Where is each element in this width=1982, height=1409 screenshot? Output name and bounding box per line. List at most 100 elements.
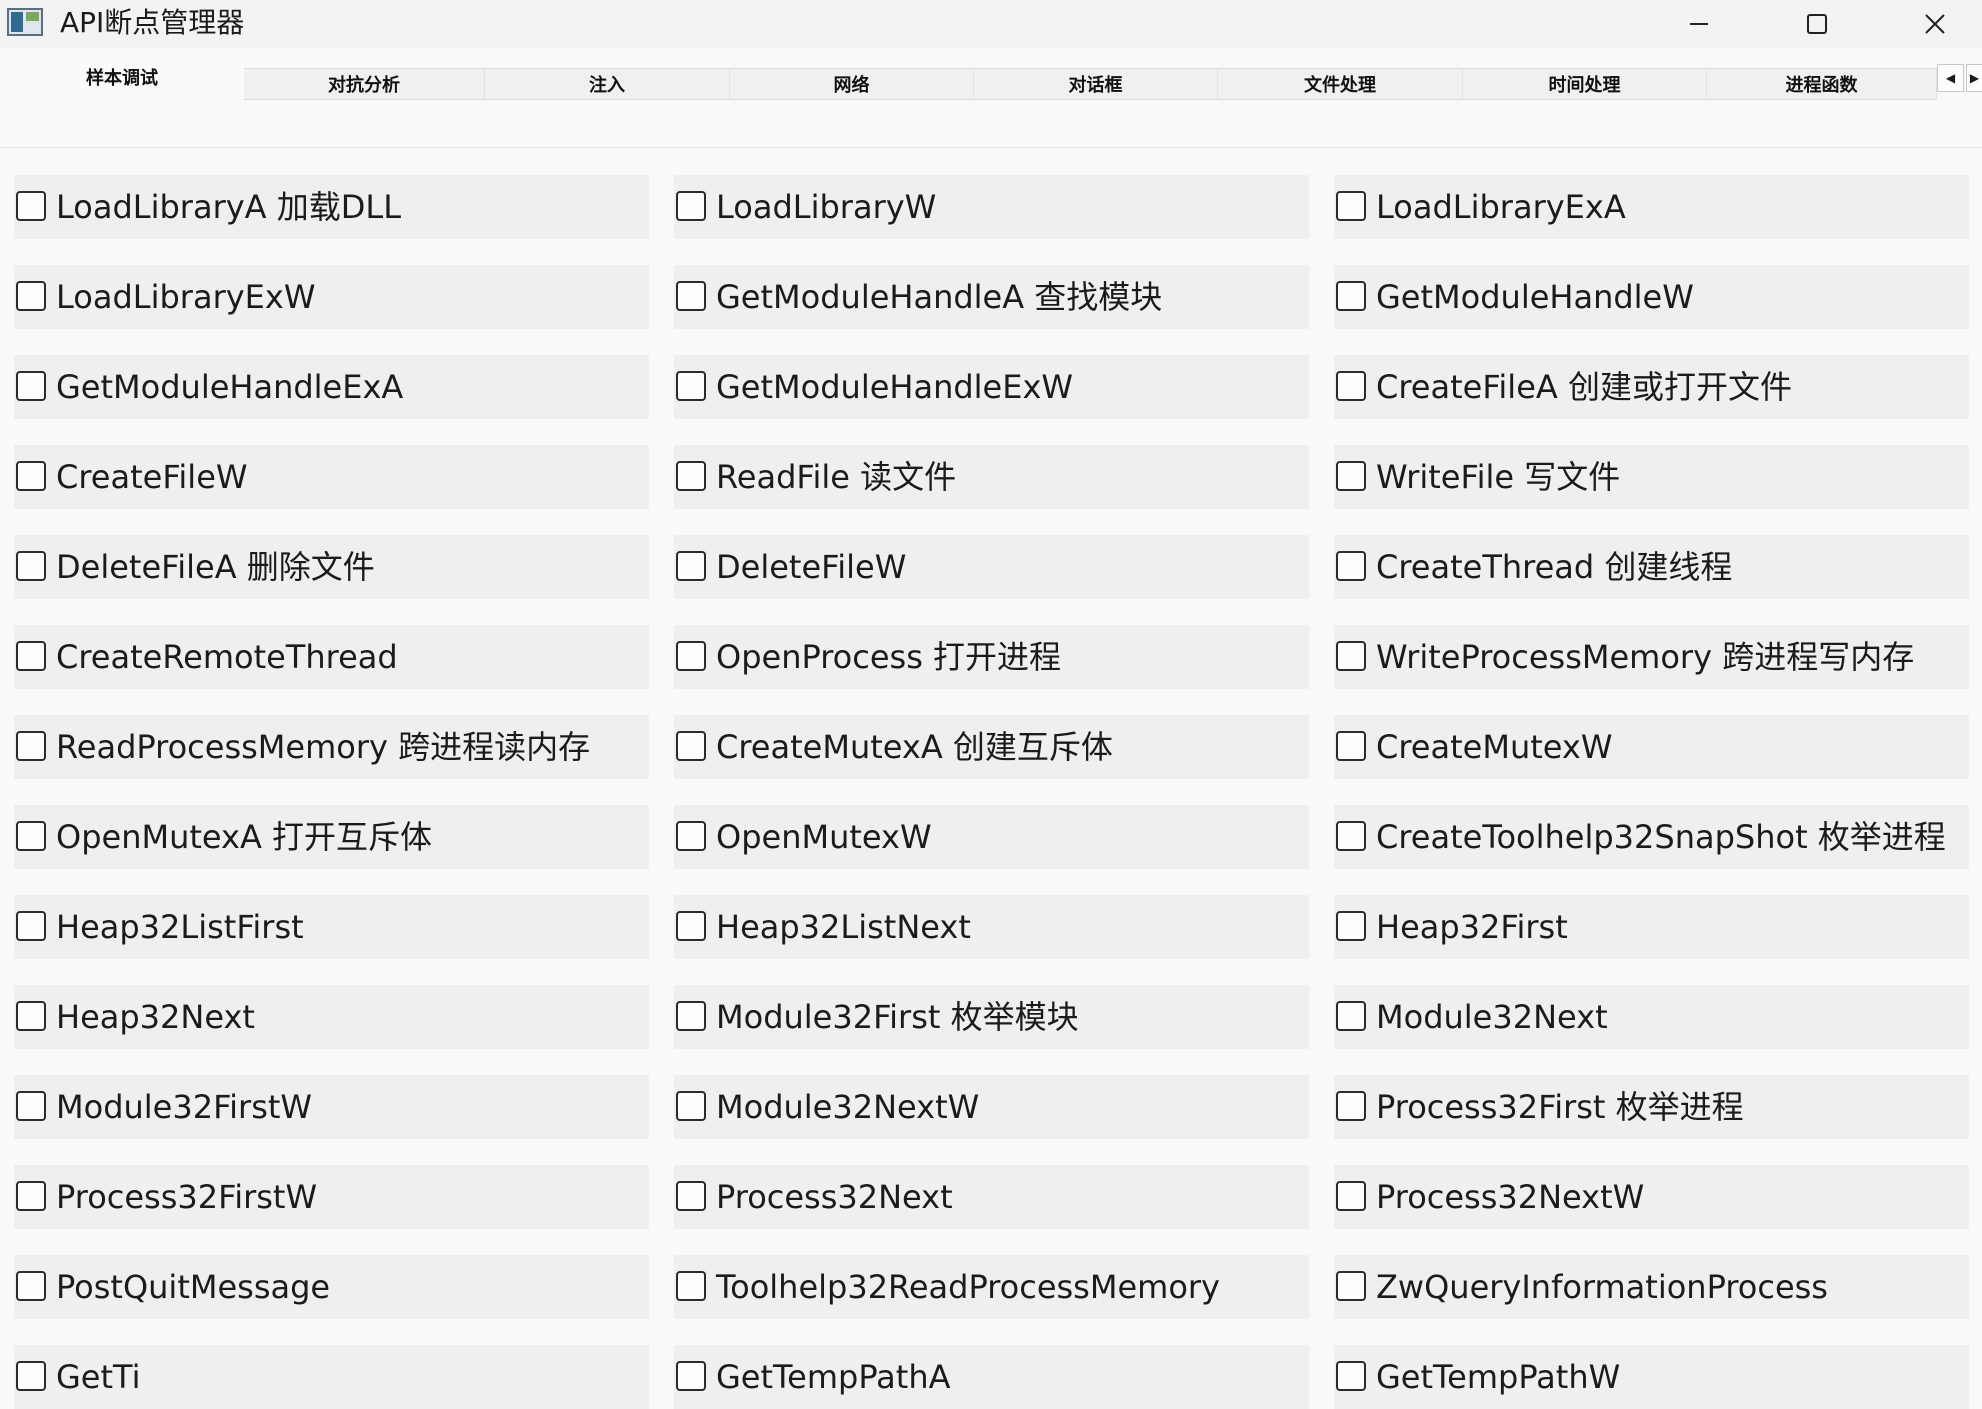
checkbox[interactable] xyxy=(16,641,46,671)
checkbox-label: Module32Next xyxy=(1376,998,1608,1036)
checkbox[interactable] xyxy=(16,281,46,311)
checkbox[interactable] xyxy=(676,191,706,221)
checkbox-label: GetTempPathW xyxy=(1376,1358,1621,1396)
api-checkbox-item[interactable]: CreateThread 创建线程 xyxy=(1334,535,1969,599)
checkbox[interactable] xyxy=(16,371,46,401)
checkbox[interactable] xyxy=(1336,1181,1366,1211)
checkbox-label: Heap32ListNext xyxy=(716,908,971,946)
checkbox[interactable] xyxy=(16,1091,46,1121)
api-checkbox-item[interactable]: CreateFileW xyxy=(14,445,649,509)
api-checkbox-item[interactable]: PostQuitMessage xyxy=(14,1255,649,1319)
checkbox[interactable] xyxy=(16,1001,46,1031)
checkbox[interactable] xyxy=(1336,461,1366,491)
checkbox[interactable] xyxy=(676,1181,706,1211)
api-checkbox-item[interactable]: GetModuleHandleW xyxy=(1334,265,1969,329)
checkbox-label: CreateMutexW xyxy=(1376,728,1613,766)
checkbox[interactable] xyxy=(16,731,46,761)
checkbox[interactable] xyxy=(16,821,46,851)
checkbox-label: WriteProcessMemory 跨进程写内存 xyxy=(1376,638,1915,676)
checkbox-label: PostQuitMessage xyxy=(56,1268,331,1306)
api-checkbox-item[interactable]: Heap32ListFirst xyxy=(14,895,649,959)
checkbox[interactable] xyxy=(1336,731,1366,761)
api-checkbox-item[interactable]: Process32FirstW xyxy=(14,1165,649,1229)
api-checkbox-item[interactable]: Heap32ListNext xyxy=(674,895,1309,959)
checkbox-label: DeleteFileW xyxy=(716,548,907,586)
api-checkbox-item[interactable]: CreateFileA 创建或打开文件 xyxy=(1334,355,1969,419)
checkbox-label: Module32FirstW xyxy=(56,1088,313,1126)
checkbox[interactable] xyxy=(1336,1001,1366,1031)
checkbox[interactable] xyxy=(1336,551,1366,581)
checkbox[interactable] xyxy=(676,1091,706,1121)
checkbox[interactable] xyxy=(1336,191,1366,221)
checkbox[interactable] xyxy=(16,911,46,941)
api-checkbox-item[interactable]: Process32First 枚举进程 xyxy=(1334,1075,1969,1139)
api-checkbox-item[interactable]: WriteProcessMemory 跨进程写内存 xyxy=(1334,625,1969,689)
api-checkbox-item[interactable]: CreateToolhelp32SnapShot 枚举进程 xyxy=(1334,805,1969,869)
checkbox[interactable] xyxy=(1336,911,1366,941)
checkbox[interactable] xyxy=(1336,1091,1366,1121)
api-checkbox-item[interactable]: ZwQueryInformationProcess xyxy=(1334,1255,1969,1319)
checkbox[interactable] xyxy=(1336,641,1366,671)
checkbox[interactable] xyxy=(676,641,706,671)
checkbox[interactable] xyxy=(1336,1271,1366,1301)
checkbox[interactable] xyxy=(676,821,706,851)
checkbox[interactable] xyxy=(1336,821,1366,851)
api-checkbox-item[interactable]: OpenMutexW xyxy=(674,805,1309,869)
checkbox-label: CreateRemoteThread xyxy=(56,638,398,676)
api-checkbox-item[interactable]: Module32NextW xyxy=(674,1075,1309,1139)
api-checkbox-item[interactable]: GetModuleHandleExW xyxy=(674,355,1309,419)
api-checkbox-item[interactable]: LoadLibraryExW xyxy=(14,265,649,329)
checkbox-label: OpenMutexW xyxy=(716,818,932,856)
checkbox-label: GetModuleHandleW xyxy=(1376,278,1694,316)
checkbox[interactable] xyxy=(676,371,706,401)
checkbox[interactable] xyxy=(1336,371,1366,401)
api-checkbox-item[interactable]: GetTempPathW xyxy=(1334,1345,1969,1409)
checkbox-label: Heap32First xyxy=(1376,908,1568,946)
checkbox-label: DeleteFileA 删除文件 xyxy=(56,548,375,586)
checkbox-label: Heap32Next xyxy=(56,998,255,1036)
api-checkbox-item[interactable]: Process32Next xyxy=(674,1165,1309,1229)
api-checkbox-item[interactable]: LoadLibraryExA xyxy=(1334,175,1969,239)
api-checkbox-item[interactable]: DeleteFileW xyxy=(674,535,1309,599)
api-checkbox-item[interactable]: Module32Next xyxy=(1334,985,1969,1049)
checkbox-label: CreateFileW xyxy=(56,458,248,496)
api-checkbox-item[interactable]: DeleteFileA 删除文件 xyxy=(14,535,649,599)
api-checkbox-item[interactable]: LoadLibraryA 加载DLL xyxy=(14,175,649,239)
api-checkbox-item[interactable]: OpenMutexA 打开互斥体 xyxy=(14,805,649,869)
api-checkbox-item[interactable]: GetModuleHandleExA xyxy=(14,355,649,419)
api-checkbox-item[interactable]: GetModuleHandleA 查找模块 xyxy=(674,265,1309,329)
checkbox[interactable] xyxy=(16,461,46,491)
checkbox-label: GetModuleHandleA 查找模块 xyxy=(716,278,1163,316)
api-checkbox-item[interactable]: ReadFile 读文件 xyxy=(674,445,1309,509)
api-checkbox-item[interactable]: CreateMutexW xyxy=(1334,715,1969,779)
checkbox[interactable] xyxy=(16,1271,46,1301)
api-checkbox-item[interactable]: GetTi xyxy=(14,1345,649,1409)
api-checkbox-item[interactable]: Toolhelp32ReadProcessMemory xyxy=(674,1255,1309,1319)
checkbox[interactable] xyxy=(676,551,706,581)
checkbox[interactable] xyxy=(676,1001,706,1031)
checkbox[interactable] xyxy=(16,551,46,581)
api-checkbox-item[interactable]: OpenProcess 打开进程 xyxy=(674,625,1309,689)
api-checkbox-item[interactable]: Heap32Next xyxy=(14,985,649,1049)
api-checkbox-item[interactable]: CreateRemoteThread xyxy=(14,625,649,689)
checkbox[interactable] xyxy=(676,1271,706,1301)
api-checkbox-item[interactable]: Heap32First xyxy=(1334,895,1969,959)
api-checkbox-item[interactable]: WriteFile 写文件 xyxy=(1334,445,1969,509)
checkbox[interactable] xyxy=(16,191,46,221)
checkbox[interactable] xyxy=(676,911,706,941)
api-checkbox-item[interactable]: Module32First 枚举模块 xyxy=(674,985,1309,1049)
api-checkbox-item[interactable]: CreateMutexA 创建互斥体 xyxy=(674,715,1309,779)
checkbox-label: ZwQueryInformationProcess xyxy=(1376,1268,1828,1306)
checkbox-label: GetModuleHandleExW xyxy=(716,368,1074,406)
checkbox[interactable] xyxy=(1336,281,1366,311)
checkbox-label: OpenMutexA 打开互斥体 xyxy=(56,818,433,856)
checkbox[interactable] xyxy=(676,281,706,311)
checkbox[interactable] xyxy=(676,461,706,491)
api-checkbox-item[interactable]: Module32FirstW xyxy=(14,1075,649,1139)
checkbox[interactable] xyxy=(676,731,706,761)
api-checkbox-item[interactable]: GetTempPathA xyxy=(674,1345,1309,1409)
api-checkbox-item[interactable]: ReadProcessMemory 跨进程读内存 xyxy=(14,715,649,779)
api-checkbox-item[interactable]: LoadLibraryW xyxy=(674,175,1309,239)
api-checkbox-item[interactable]: Process32NextW xyxy=(1334,1165,1969,1229)
checkbox[interactable] xyxy=(16,1181,46,1211)
